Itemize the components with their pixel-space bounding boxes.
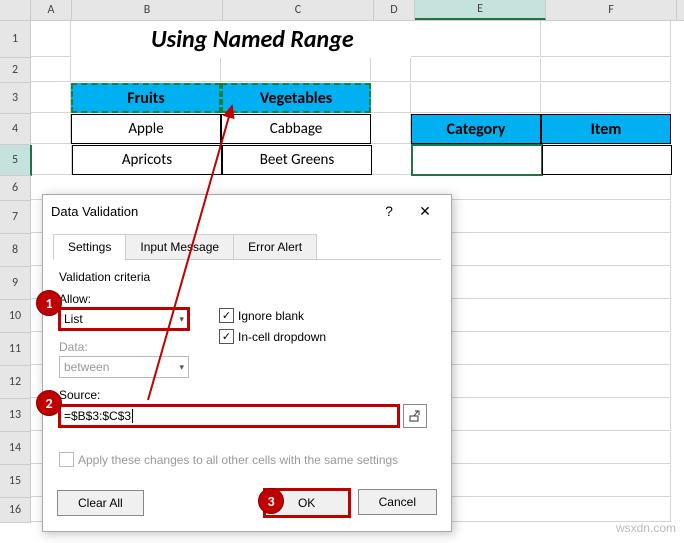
cell-f4[interactable]: Item (541, 114, 671, 144)
row-header-10[interactable]: 10 (0, 300, 31, 333)
row-header-16[interactable]: 16 (0, 498, 31, 523)
row-header-2[interactable]: 2 (0, 58, 31, 83)
col-header-c[interactable]: C (223, 0, 374, 20)
cell-b3[interactable]: Fruits (71, 83, 221, 113)
data-validation-dialog: Data Validation ? ✕ Settings Input Messa… (42, 194, 452, 532)
range-picker-button[interactable] (403, 404, 427, 428)
cell-c4[interactable]: Cabbage (221, 114, 371, 144)
clear-all-button[interactable]: Clear All (57, 490, 144, 516)
data-select: between ▾ (59, 356, 189, 378)
row-header-15[interactable]: 15 (0, 465, 31, 498)
col-header-f[interactable]: F (546, 0, 677, 20)
chevron-down-icon: ▾ (179, 314, 184, 325)
cell-c3[interactable]: Vegetables (221, 83, 371, 113)
source-value: =$B$3:$C$3 (64, 409, 131, 423)
col-header-a[interactable]: A (31, 0, 72, 20)
source-label: Source: (59, 388, 435, 402)
incell-dropdown-label: In-cell dropdown (238, 330, 326, 344)
row-header-3[interactable]: 3 (0, 83, 31, 114)
col-header-e[interactable]: E (415, 0, 546, 20)
row-header-6[interactable]: 6 (0, 176, 31, 201)
tab-error-alert[interactable]: Error Alert (233, 234, 317, 260)
row-header-4[interactable]: 4 (0, 114, 31, 145)
apply-all-label: Apply these changes to all other cells w… (78, 453, 398, 467)
cell-c5[interactable]: Beet Greens (222, 145, 372, 175)
row-header-14[interactable]: 14 (0, 432, 31, 465)
incell-dropdown-checkbox[interactable]: ✓ (219, 329, 234, 344)
chevron-down-icon: ▾ (179, 362, 184, 373)
cell-b4[interactable]: Apple (71, 114, 221, 144)
row-header-1[interactable]: 1 (0, 21, 31, 58)
callout-3: 3 (258, 488, 284, 514)
row-header-8[interactable]: 8 (0, 234, 31, 267)
allow-select[interactable]: List ▾ (59, 308, 189, 330)
page-title: Using Named Range (71, 21, 411, 57)
row-header-13[interactable]: 13 (0, 399, 31, 432)
ignore-blank-label: Ignore blank (238, 309, 304, 323)
row-header-11[interactable]: 11 (0, 333, 31, 366)
ignore-blank-checkbox[interactable]: ✓ (219, 308, 234, 323)
row-header-9[interactable]: 9 (0, 267, 31, 300)
callout-2: 2 (36, 390, 62, 416)
tab-settings[interactable]: Settings (53, 234, 126, 260)
data-label: Data: (59, 340, 189, 354)
row-header-7[interactable]: 7 (0, 201, 31, 234)
allow-value: List (64, 312, 83, 326)
dialog-help-button[interactable]: ? (371, 197, 407, 225)
row-header-5[interactable]: 5 (0, 145, 32, 176)
cancel-button[interactable]: Cancel (358, 489, 437, 515)
row-header-12[interactable]: 12 (0, 366, 31, 399)
callout-1: 1 (36, 290, 62, 316)
apply-all-checkbox (59, 452, 74, 467)
allow-label: Allow: (59, 292, 189, 306)
validation-criteria-label: Validation criteria (59, 270, 435, 284)
cell-e5-active[interactable] (412, 145, 542, 175)
cell-b5[interactable]: Apricots (72, 145, 222, 175)
col-header-d[interactable]: D (374, 0, 415, 20)
dialog-title: Data Validation (51, 204, 371, 219)
cell-e4[interactable]: Category (411, 114, 541, 144)
tab-input-message[interactable]: Input Message (125, 234, 234, 260)
source-input[interactable]: =$B$3:$C$3 (59, 405, 399, 427)
cell-f5[interactable] (542, 145, 672, 175)
watermark: wsxdn.com (616, 521, 676, 535)
data-value: between (64, 360, 109, 374)
dialog-close-button[interactable]: ✕ (407, 197, 443, 225)
col-header-b[interactable]: B (72, 0, 223, 20)
